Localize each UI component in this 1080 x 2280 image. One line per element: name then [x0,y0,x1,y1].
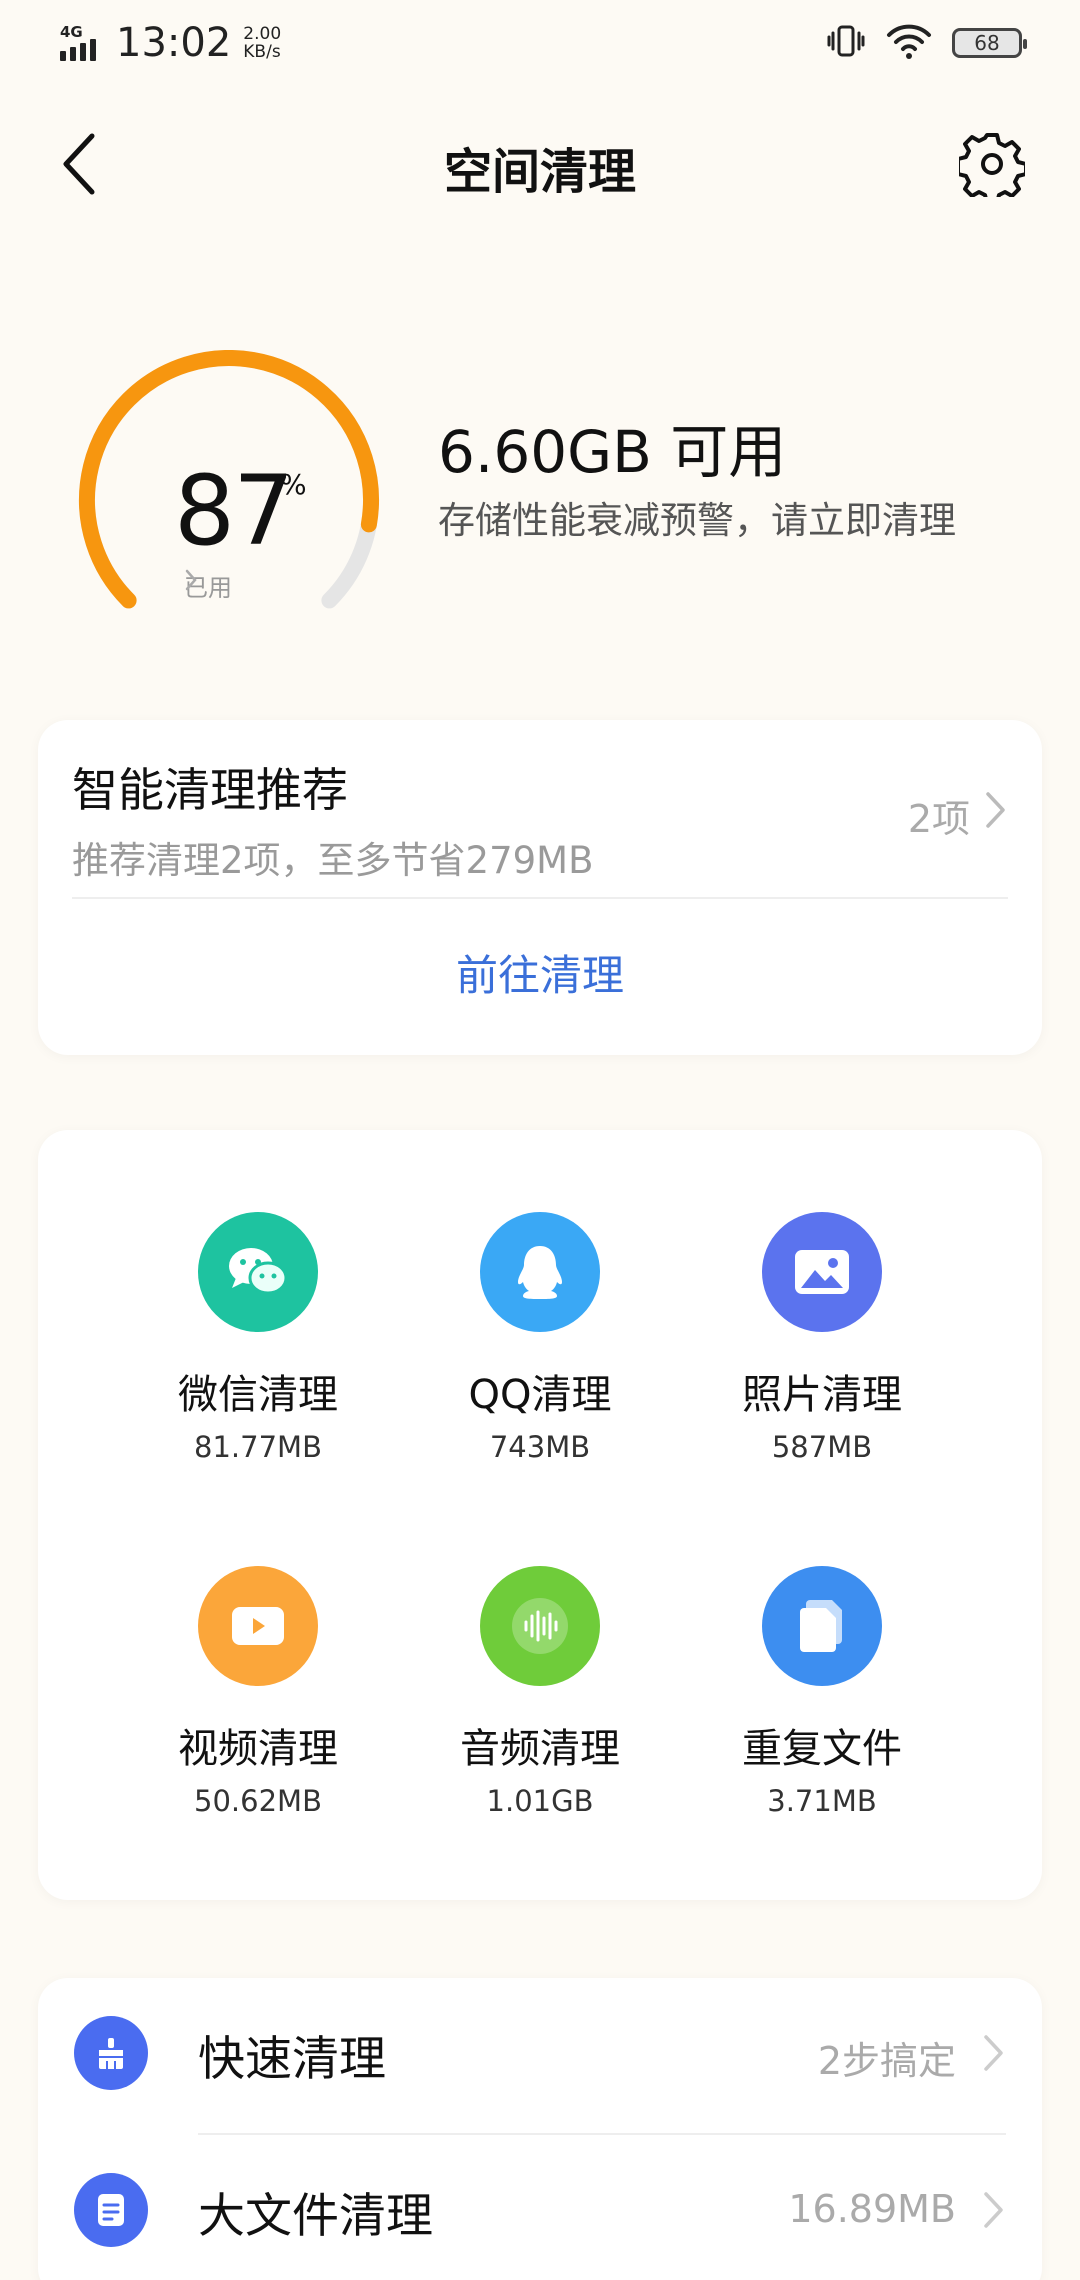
duplicate-file-icon [762,1566,882,1686]
page-title: 空间清理 [443,144,636,200]
settings-button[interactable] [954,126,1030,202]
category-label: 视频清理 [178,1726,338,1772]
category-duplicate-files[interactable]: 重复文件 3.71MB [692,1566,952,1818]
category-size: 743MB [489,1430,591,1464]
network-type: 4G [60,23,83,41]
category-label: QQ清理 [468,1372,612,1418]
category-audio[interactable]: 音频清理 1.01GB [410,1566,670,1818]
audio-wave-icon [480,1566,600,1686]
tool-value: 16.89MB [788,2187,956,2231]
tool-label: 快速清理 [198,2032,386,2087]
category-size: 50.62MB [194,1784,322,1818]
photo-icon [762,1212,882,1332]
category-photos[interactable]: 照片清理 587MB [692,1212,952,1464]
category-wechat[interactable]: 微信清理 81.77MB [128,1212,388,1464]
battery-level: 68 [974,31,1000,55]
category-size: 3.71MB [767,1784,877,1818]
chevron-right-icon [185,569,197,591]
document-icon [74,2173,148,2247]
tool-label: 大文件清理 [198,2189,433,2244]
battery-icon: 68 [952,28,1027,58]
category-label: 照片清理 [742,1372,902,1418]
available-space: 6.60GB 可用 [438,418,787,486]
category-size: 587MB [771,1430,873,1464]
broom-icon [74,2016,148,2090]
status-time: 13:02 [116,20,232,66]
smart-clean-count: 2项 [907,797,970,841]
smart-clean-title: 智能清理推荐 [72,763,348,817]
category-size: 81.77MB [194,1430,322,1464]
divider [72,897,1008,899]
tools-list-card: 快速清理 2步搞定 大文件清理 16.89MB [38,1978,1042,2280]
percent-unit: % [280,468,307,501]
chevron-right-icon [984,2192,1003,2228]
signal-icon: 4G [58,23,102,63]
tool-value: 2步搞定 [817,2039,956,2083]
wifi-icon [886,21,932,65]
video-play-icon [198,1566,318,1686]
speed-unit: KB/s [243,42,281,62]
gear-icon [959,133,1025,197]
smart-clean-card: 智能清理推荐 推荐清理2项，至多节省279MB 2项 前往清理 [38,720,1042,1055]
speed-value: 2.00 [243,24,282,44]
category-grid-card: 微信清理 81.77MB QQ清理 743MB 照片清理 587MB 视频清理 … [38,1130,1042,1900]
category-label: 音频清理 [460,1726,620,1772]
network-speed: 2.00 KB/s [243,25,281,61]
chevron-right-icon [984,2035,1003,2071]
tool-row-quick-clean[interactable]: 快速清理 2步搞定 [38,1978,1042,2128]
vibrate-icon [826,21,866,65]
storage-gauge[interactable]: 87 % 已用 [64,350,394,610]
category-label: 微信清理 [178,1372,338,1418]
qq-penguin-icon [480,1212,600,1332]
tool-row-large-files[interactable]: 大文件清理 16.89MB [38,2135,1042,2280]
used-percent: 87 [174,455,294,567]
category-label: 重复文件 [742,1726,902,1772]
chevron-right-icon [986,792,1005,828]
storage-warning: 存储性能衰减预警，请立即清理 [438,499,956,542]
used-link[interactable]: 已用 [184,568,232,603]
header: 空间清理 [0,84,1080,244]
go-clean-button[interactable]: 前往清理 [38,942,1042,1003]
status-bar: 4G 13:02 2.00 KB/s 68 [0,0,1080,84]
category-qq[interactable]: QQ清理 743MB [410,1212,670,1464]
smart-clean-subtitle: 推荐清理2项，至多节省279MB [72,839,594,882]
wechat-icon [198,1212,318,1332]
category-size: 1.01GB [486,1784,594,1818]
smart-clean-row[interactable]: 智能清理推荐 推荐清理2项，至多节省279MB 2项 [38,720,1042,898]
category-video[interactable]: 视频清理 50.62MB [128,1566,388,1818]
